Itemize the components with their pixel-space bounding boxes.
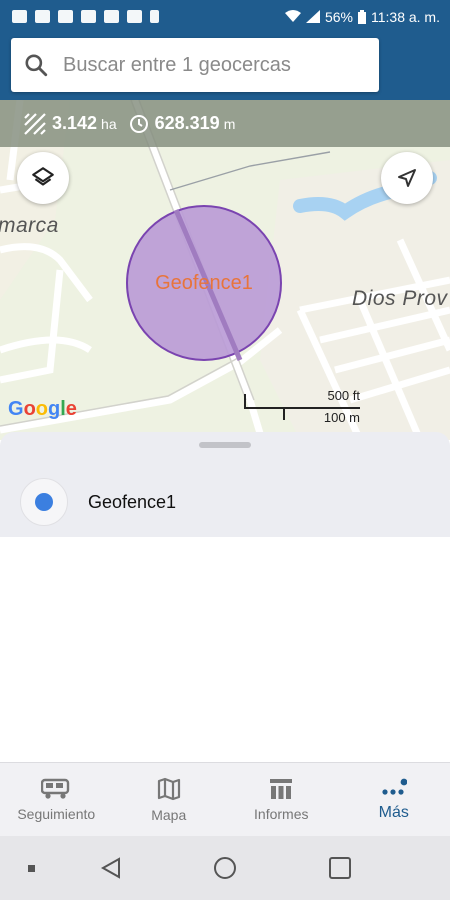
color-dot-icon [35, 493, 53, 511]
geofence-name: Geofence1 [88, 491, 177, 512]
status-bar: 56% 11:38 a. m. [0, 0, 450, 33]
area-unit: ha [101, 115, 117, 132]
message-icon [104, 10, 119, 23]
perimeter-value: 628.319 [154, 113, 220, 133]
notification-icons [0, 10, 159, 23]
image-icon [127, 10, 142, 23]
gallery-icon [58, 10, 73, 23]
battery-saver-icon [150, 10, 159, 23]
more-icon [382, 778, 407, 795]
telegram-icon [12, 10, 27, 23]
place-label: marca [0, 214, 59, 237]
bottom-navigation: Seguimiento Mapa Informes Más [0, 762, 450, 837]
scale-feet: 500 ft [327, 388, 360, 403]
app-icon [35, 10, 50, 23]
area-icon [24, 112, 46, 135]
system-navigation-bar [0, 836, 450, 900]
nav-label: Mapa [151, 807, 187, 823]
recents-dot-button[interactable] [28, 865, 35, 872]
clock-icon [129, 114, 148, 133]
map-canvas[interactable] [0, 100, 450, 440]
google-logo: Google [8, 398, 77, 420]
scale-meters: 100 m [323, 410, 360, 425]
layers-icon [32, 167, 54, 186]
search-input[interactable] [61, 52, 375, 78]
layers-button[interactable] [17, 152, 69, 204]
navigation-icon [398, 169, 416, 187]
sheet-drag-handle[interactable] [199, 442, 251, 448]
reports-icon [270, 779, 293, 799]
search-bar[interactable] [11, 38, 379, 92]
map-scale: 500 ft 100 m [244, 386, 360, 426]
geofence-color-badge [20, 478, 68, 526]
search-icon [25, 54, 48, 77]
nav-label: Más [378, 804, 409, 821]
map-view[interactable]: 3.142 ha 628.319 m Geofence1 marca Dios … [0, 100, 450, 440]
back-icon[interactable] [100, 857, 122, 879]
nav-label: Seguimiento [17, 806, 96, 822]
nav-more[interactable]: Más [338, 763, 450, 837]
nav-label: Informes [254, 806, 309, 822]
geofence-sheet: Geofence1 [0, 432, 450, 537]
list-item[interactable]: Geofence1 [0, 467, 450, 537]
signal-icon [305, 10, 320, 23]
map-icon [157, 777, 180, 801]
truck-icon [41, 778, 70, 799]
voicemail-icon [81, 10, 96, 23]
battery-percent: 56% [324, 8, 353, 25]
area-value: 3.142 [52, 113, 98, 133]
nav-tracking[interactable]: Seguimiento [0, 763, 113, 837]
wifi-icon [284, 10, 301, 22]
place-label: Dios Prov [352, 287, 448, 310]
my-location-button[interactable] [381, 152, 433, 204]
home-icon[interactable] [213, 856, 237, 880]
perimeter-unit: m [223, 115, 236, 132]
metrics-bar: 3.142 ha 628.319 m [0, 100, 450, 147]
nav-map[interactable]: Mapa [113, 763, 226, 837]
overview-icon[interactable] [329, 857, 351, 879]
nav-reports[interactable]: Informes [225, 763, 338, 837]
battery-icon [357, 9, 366, 24]
geofence-map-label: Geofence1 [155, 272, 253, 294]
clock: 11:38 a. m. [370, 8, 440, 25]
